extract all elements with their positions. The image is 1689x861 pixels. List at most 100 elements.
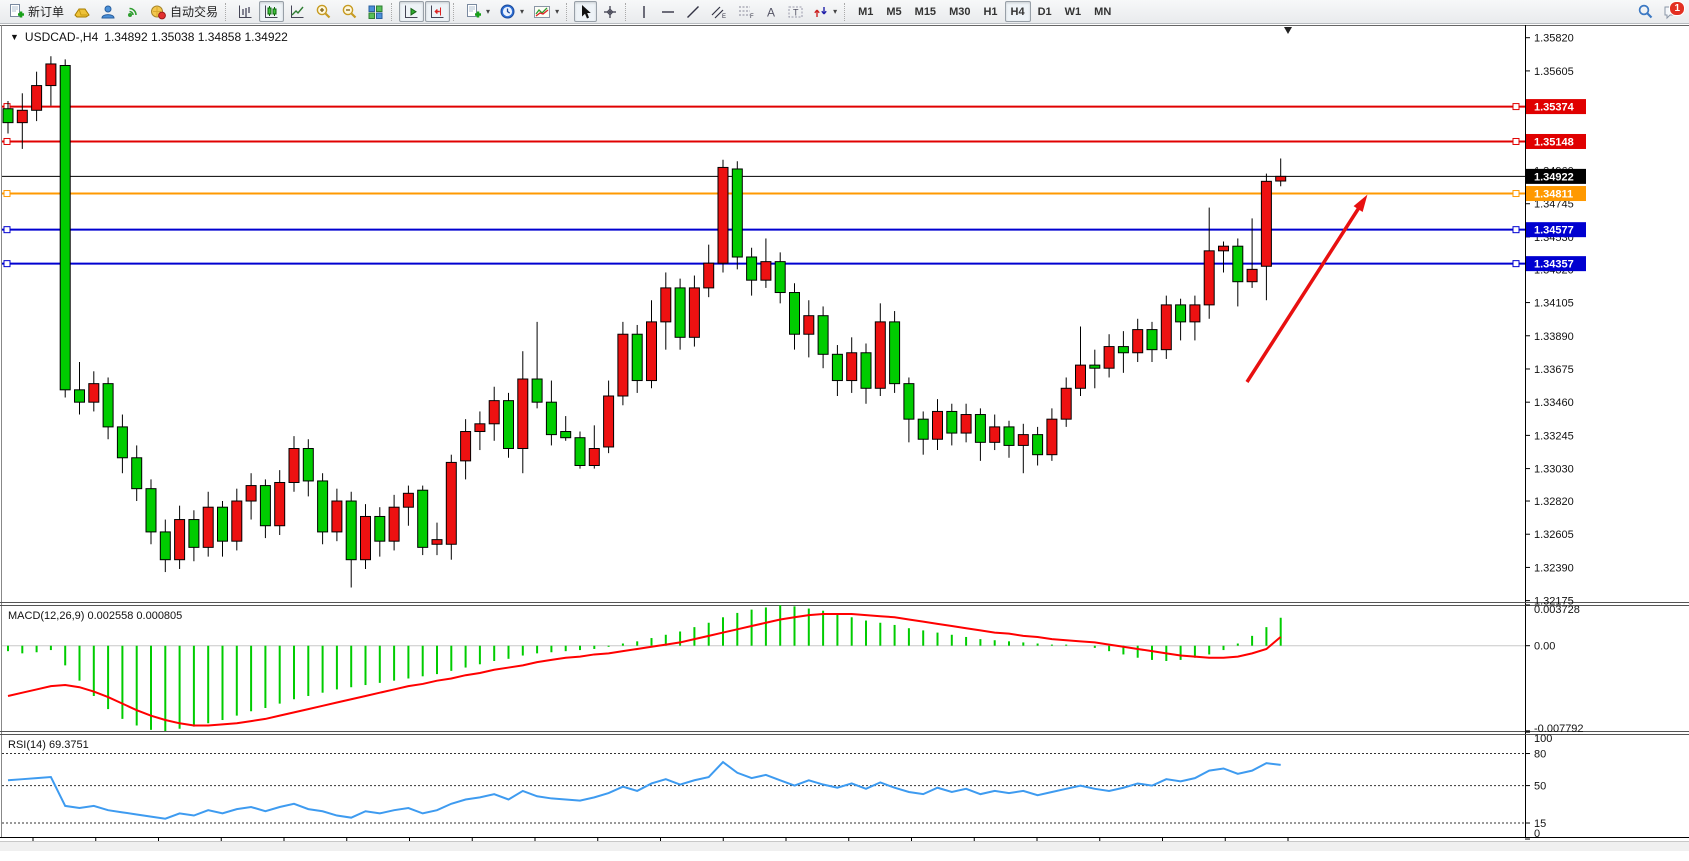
price-badge-label: 1.35148	[1534, 136, 1574, 148]
crosshair-button[interactable]	[598, 1, 622, 22]
line-handle[interactable]	[4, 191, 10, 197]
text-label-button[interactable]: T	[783, 1, 808, 22]
timeframe-button-h4[interactable]: H4	[1005, 1, 1031, 22]
period-button[interactable]: ▾	[495, 1, 528, 22]
chart-line-icon	[289, 4, 306, 20]
trend-icon	[685, 4, 701, 20]
line-handle[interactable]	[1513, 227, 1519, 233]
candle-80	[1147, 330, 1157, 350]
candle-7	[103, 384, 113, 427]
zoom-in-button[interactable]	[311, 1, 336, 22]
candle-16	[232, 501, 242, 541]
candle-79	[1133, 330, 1143, 353]
timeframe-button-m5[interactable]: M5	[880, 1, 907, 22]
chevron-down-icon: ▾	[486, 7, 490, 16]
fibo-icon: F	[737, 4, 755, 20]
timeframe-button-w1[interactable]: W1	[1059, 1, 1088, 22]
indicators-button[interactable]: ▾	[529, 1, 563, 22]
price-open: 1.34892	[104, 30, 147, 44]
search-button[interactable]	[1633, 1, 1658, 22]
candle-30	[432, 540, 442, 545]
price-close: 1.34922	[244, 30, 287, 44]
chart-shift-button[interactable]	[425, 1, 450, 22]
line-handle[interactable]	[4, 138, 10, 144]
candle-35	[504, 401, 514, 449]
clock-icon	[499, 3, 516, 20]
candlestick-chart-button[interactable]	[259, 1, 284, 22]
labelT-icon: T	[787, 4, 804, 20]
candle-85	[1219, 246, 1229, 251]
candle-47	[675, 288, 685, 337]
hline-icon	[660, 4, 676, 20]
community-button[interactable]	[96, 1, 120, 22]
candle-32	[461, 432, 471, 461]
mt4-window: 新订单自动交易▾▾▾EFAT▾M1M5M15M30H1H4D1W1MN1 1.3…	[0, 0, 1689, 861]
candle-9	[132, 458, 142, 489]
price-tick-label: 1.32605	[1534, 529, 1574, 541]
candle-64	[918, 419, 928, 439]
price-tick-label: 1.35820	[1534, 33, 1574, 45]
signal-button[interactable]	[121, 1, 145, 22]
candle-57	[818, 316, 828, 355]
line-handle[interactable]	[1513, 261, 1519, 267]
candle-33	[475, 424, 485, 432]
candle-74	[1061, 388, 1071, 419]
line-handle[interactable]	[1513, 191, 1519, 197]
line-handle[interactable]	[1513, 138, 1519, 144]
candle-60	[861, 353, 871, 389]
auto-trading-button[interactable]: 自动交易	[146, 1, 222, 22]
timeframe-button-m1[interactable]: M1	[852, 1, 879, 22]
timeframe-button-m15[interactable]: M15	[909, 1, 942, 22]
line-chart-button[interactable]	[285, 1, 310, 22]
candle-89	[1276, 176, 1286, 181]
collapse-triangle-icon[interactable]: ▼	[10, 32, 19, 42]
line-handle[interactable]	[4, 261, 10, 267]
line-handle[interactable]	[4, 227, 10, 233]
candle-43	[618, 334, 628, 396]
shapes-button[interactable]: ▾	[809, 1, 841, 22]
timeframe-button-mn[interactable]: MN	[1088, 1, 1117, 22]
auto-scroll-button[interactable]	[399, 1, 424, 22]
zoom-out-button[interactable]	[337, 1, 362, 22]
candle-71	[1018, 435, 1028, 446]
price-tick-label: 1.33460	[1534, 397, 1574, 409]
bar-chart-button[interactable]	[233, 1, 258, 22]
candle-72	[1033, 435, 1043, 455]
crosshair-icon	[602, 4, 618, 20]
gold-icon	[73, 4, 91, 20]
text-button[interactable]: A	[760, 1, 782, 22]
candle-45	[647, 322, 657, 381]
price-badge-label: 1.34357	[1534, 259, 1574, 271]
tile-windows-button[interactable]	[363, 1, 388, 22]
candle-66	[947, 411, 957, 433]
new-chart-button[interactable]: ▾	[461, 1, 494, 22]
candle-52	[747, 257, 757, 280]
horizontal-line-button[interactable]	[656, 1, 680, 22]
price-tick-label: 1.33675	[1534, 364, 1574, 376]
shift-icon	[429, 4, 446, 20]
toolbar: 新订单自动交易▾▾▾EFAT▾M1M5M15M30H1H4D1W1MN1	[0, 0, 1689, 24]
fibonacci-button[interactable]: F	[733, 1, 759, 22]
gold-button[interactable]	[69, 1, 95, 22]
price-tick-label: 1.33245	[1534, 430, 1574, 442]
shapes-icon	[813, 4, 829, 20]
chart-background	[0, 25, 1689, 851]
toolbar-separator	[625, 3, 630, 21]
auto-trading-button-label: 自动交易	[170, 3, 218, 20]
channel-button[interactable]: E	[706, 1, 732, 22]
line-handle[interactable]	[1513, 104, 1519, 110]
chevron-down-icon: ▾	[833, 7, 837, 16]
doc-plus-icon	[465, 3, 482, 20]
trendline-button[interactable]	[681, 1, 705, 22]
candle-75	[1076, 365, 1086, 388]
chat-button[interactable]: 1	[1659, 1, 1685, 22]
price-tick-label: 1.34105	[1534, 298, 1574, 310]
timeframe-button-m30[interactable]: M30	[943, 1, 976, 22]
chart-canvas[interactable]: 1.358201.356051.349601.347451.345301.343…	[0, 25, 1689, 851]
cursor-button[interactable]	[574, 1, 597, 22]
candle-18	[260, 486, 270, 526]
timeframe-button-d1[interactable]: D1	[1032, 1, 1058, 22]
vertical-line-button[interactable]	[633, 1, 655, 22]
timeframe-button-h1[interactable]: H1	[977, 1, 1003, 22]
new-order-button[interactable]: 新订单	[4, 1, 68, 22]
